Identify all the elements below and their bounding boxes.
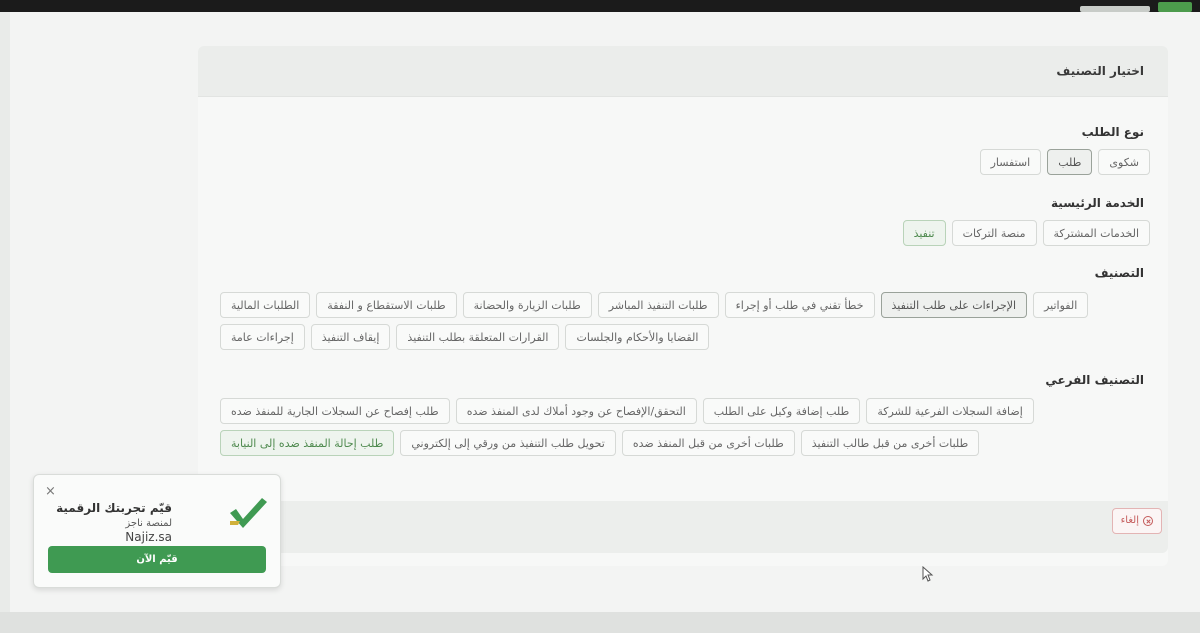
main-service-label: الخدمة الرئيسية	[1051, 196, 1144, 210]
toast-site: Najiz.sa	[125, 530, 172, 544]
classification-financial[interactable]: الطلبات المالية	[220, 292, 311, 318]
classification-direct-execution[interactable]: طلبات التنفيذ المباشر	[597, 292, 719, 318]
sub-classification-assets-disclosure[interactable]: التحقق/الإفصاح عن وجود أملاك لدى المنفذ …	[455, 398, 697, 424]
classification-technical-error[interactable]: خطأ تقني في طلب أو إجراء	[724, 292, 875, 318]
main-service-shared[interactable]: الخدمات المشتركة	[1042, 220, 1150, 246]
sub-classification-company-subrecords[interactable]: إضافة السجلات الفرعية للشركة	[866, 398, 1034, 424]
classification-execution-decisions[interactable]: القرارات المتعلقة بطلب التنفيذ	[396, 324, 560, 350]
sub-classification-add-agent[interactable]: طلب إضافة وكيل على الطلب	[702, 398, 861, 424]
classification-card: اختيار التصنيف نوع الطلب استفسار طلب شكو…	[198, 46, 1168, 566]
rate-now-button[interactable]: قيّم الآن	[48, 546, 266, 573]
card-title: اختيار التصنيف	[1056, 64, 1144, 78]
top-bezel	[0, 0, 1200, 12]
classification-execution-procedures[interactable]: الإجراءات على طلب التنفيذ	[880, 292, 1028, 318]
top-corner-indicator	[1158, 2, 1192, 12]
rating-toast: × قيّم تجربتك الرقمية لمنصة ناجز Najiz.s…	[33, 474, 281, 588]
classification-cases-rulings[interactable]: القضايا والأحكام والجلسات	[565, 324, 710, 350]
request-type-request[interactable]: طلب	[1047, 149, 1093, 175]
main-service-inheritance[interactable]: منصة التركات	[951, 220, 1037, 246]
request-type-options: استفسار طلب شكوى	[979, 149, 1150, 175]
cancel-button[interactable]: إلغاء	[1111, 508, 1162, 534]
sub-classification-paper-to-electronic[interactable]: تحويل طلب التنفيذ من ورقي إلى إلكتروني	[400, 430, 616, 456]
classification-invoices[interactable]: الفواتير	[1033, 292, 1089, 318]
classification-visitation-custody[interactable]: طلبات الزيارة والحضانة	[462, 292, 592, 318]
classification-general-procedures[interactable]: إجراءات عامة	[220, 324, 305, 350]
najiz-check-logo-icon	[230, 498, 267, 528]
x-circle-icon	[1143, 516, 1153, 526]
request-type-complaint[interactable]: شكوى	[1098, 149, 1150, 175]
cancel-label: إلغاء	[1120, 515, 1139, 526]
classification-label: التصنيف	[1094, 266, 1144, 280]
sub-classification-other-by-requester[interactable]: طلبات أخرى من قبل طالب التنفيذ	[800, 430, 980, 456]
toast-title: قيّم تجربتك الرقمية	[56, 501, 172, 515]
sub-classification-options: طلب إفصاح عن السجلات الجارية للمنفذ ضده …	[220, 398, 1150, 456]
bottom-strip	[0, 612, 1200, 633]
sub-classification-other-by-defendant[interactable]: طلبات أخرى من قبل المنفذ ضده	[621, 430, 795, 456]
sub-classification-records-disclosure[interactable]: طلب إفصاح عن السجلات الجارية للمنفذ ضده	[220, 398, 450, 424]
toast-subtitle: لمنصة ناجز	[125, 518, 172, 529]
main-service-execution[interactable]: تنفيذ	[902, 220, 946, 246]
card-header: اختيار التصنيف	[198, 46, 1168, 97]
classification-deduction-alimony[interactable]: طلبات الاستقطاع و النفقة	[316, 292, 457, 318]
sub-classification-refer-prosecution[interactable]: طلب إحالة المنفذ ضده إلى النيابة	[220, 430, 395, 456]
mouse-cursor-icon	[922, 566, 934, 582]
classification-options: الطلبات المالية طلبات الاستقطاع و النفقة…	[220, 292, 1150, 350]
card-footer: إلغاء	[198, 501, 1168, 553]
classification-execution-suspension[interactable]: إيقاف التنفيذ	[310, 324, 391, 350]
main-service-options: تنفيذ منصة التركات الخدمات المشتركة	[902, 220, 1150, 246]
request-type-label: نوع الطلب	[1081, 125, 1144, 139]
request-type-inquiry[interactable]: استفسار	[979, 149, 1042, 175]
close-icon[interactable]: ×	[45, 484, 56, 499]
sub-classification-label: التصنيف الفرعي	[1045, 373, 1144, 387]
